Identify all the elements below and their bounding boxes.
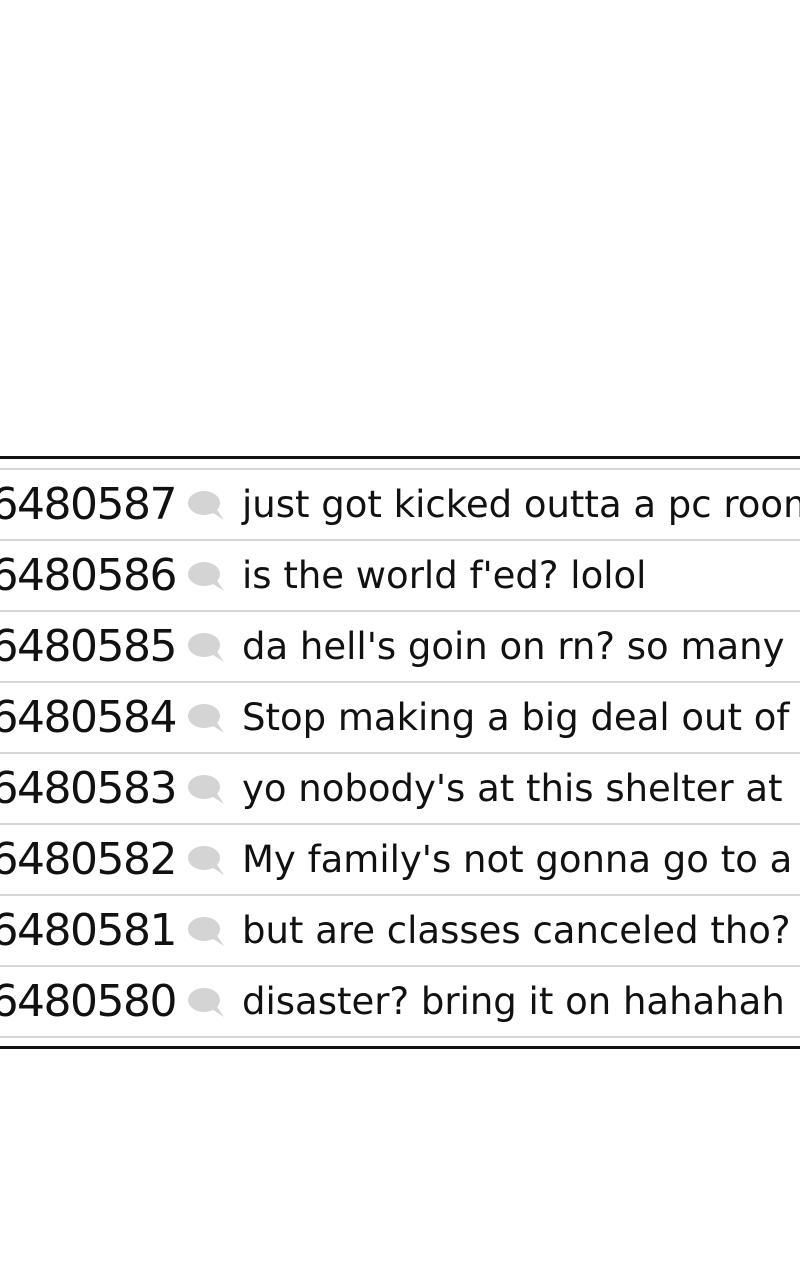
post-title-link[interactable]: is the world f'ed? lolol [242,553,646,599]
list-item[interactable]: 6480584 Stop making a big deal out of [0,683,800,754]
post-number: 6480583 [0,763,178,814]
post-number: 6480584 [0,692,178,743]
post-title-link[interactable]: just got kicked outta a pc room [242,482,800,528]
post-number: 6480585 [0,621,178,672]
comment-bubble-icon [188,562,224,591]
post-number: 6480586 [0,550,178,601]
list-item[interactable]: 6480587 just got kicked outta a pc room [0,470,800,541]
comment-bubble-icon [188,491,224,520]
comment-bubble-icon [188,988,224,1017]
post-number: 6480581 [0,905,178,956]
post-title-link[interactable]: yo nobody's at this shelter at [242,766,783,812]
list-item[interactable]: 6480585 da hell's goin on rn? so many [0,612,800,683]
comment-bubble-icon [188,775,224,804]
comment-bubble-icon [188,633,224,662]
post-title-link[interactable]: da hell's goin on rn? so many [242,624,785,670]
post-title-link[interactable]: Stop making a big deal out of [242,695,789,741]
post-list: 6480587 just got kicked outta a pc room … [0,468,800,1038]
list-item[interactable]: 6480581 but are classes canceled tho? [0,896,800,967]
post-title-link[interactable]: but are classes canceled tho? [242,908,791,954]
list-item[interactable]: 6480583 yo nobody's at this shelter at [0,754,800,825]
comment-bubble-icon [188,704,224,733]
post-title-link[interactable]: My family's not gonna go to a [242,837,792,883]
comment-bubble-icon [188,846,224,875]
post-number: 6480580 [0,976,178,1027]
post-board: 6480587 just got kicked outta a pc room … [0,456,800,1049]
post-number: 6480582 [0,834,178,885]
list-item[interactable]: 6480586 is the world f'ed? lolol [0,541,800,612]
list-item[interactable]: 6480580 disaster? bring it on hahahah [0,967,800,1038]
list-item[interactable]: 6480582 My family's not gonna go to a [0,825,800,896]
comment-bubble-icon [188,917,224,946]
post-number: 6480587 [0,479,178,530]
post-title-link[interactable]: disaster? bring it on hahahah [242,979,785,1025]
